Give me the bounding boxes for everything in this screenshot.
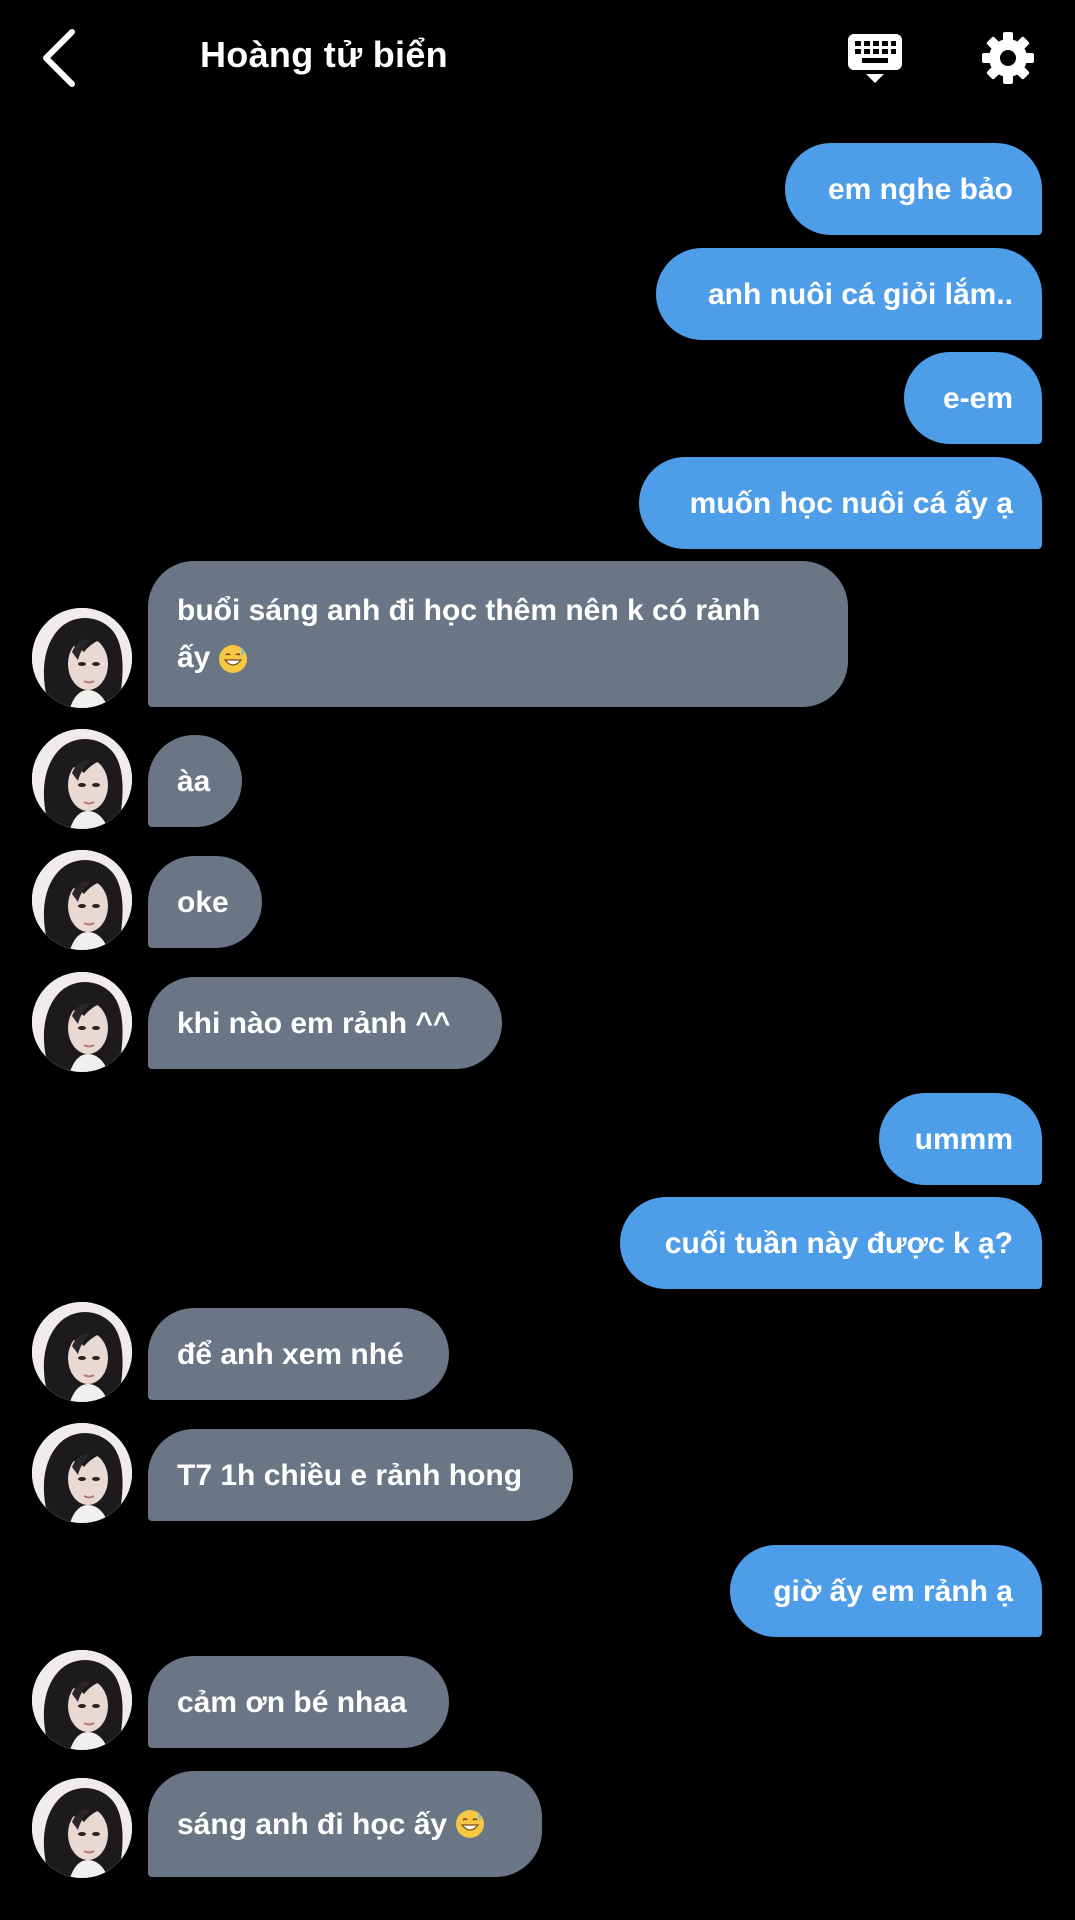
message-text: cảm ơn bé nhaa bbox=[177, 1685, 407, 1719]
message-text: sáng anh đi học ấy bbox=[177, 1807, 448, 1841]
message-bubble-outgoing[interactable]: anh nuôi cá giỏi lắm.. bbox=[656, 248, 1042, 340]
chat-header: Hoàng tử biển bbox=[0, 0, 1075, 120]
keyboard-icon bbox=[848, 34, 902, 83]
message-text: T7 1h chiều e rảnh hong bbox=[177, 1458, 523, 1492]
message-bubble-outgoing[interactable]: ummm bbox=[879, 1093, 1042, 1185]
contact-avatar[interactable] bbox=[32, 972, 132, 1072]
message-text: để anh xem nhé bbox=[177, 1337, 404, 1371]
contact-avatar[interactable] bbox=[32, 850, 132, 950]
message-bubble-incoming[interactable]: àa bbox=[148, 735, 242, 827]
contact-avatar[interactable] bbox=[32, 1778, 132, 1878]
message-bubble-outgoing[interactable]: cuối tuần này được k ạ? bbox=[620, 1197, 1042, 1289]
gear-icon bbox=[982, 32, 1034, 84]
message-bubble-incoming[interactable]: oke bbox=[148, 856, 262, 948]
chat-title: Hoàng tử biển bbox=[200, 34, 448, 75]
grinning-sweat-emoji bbox=[218, 644, 248, 674]
message-text: muốn học nuôi cá ấy ạ bbox=[689, 486, 1013, 520]
message-text: giờ ấy em rảnh ạ bbox=[773, 1574, 1013, 1608]
settings-button[interactable] bbox=[978, 28, 1038, 88]
message-text: anh nuôi cá giỏi lắm.. bbox=[707, 277, 1013, 311]
contact-avatar[interactable] bbox=[32, 729, 132, 829]
contact-avatar[interactable] bbox=[32, 1302, 132, 1402]
message-bubble-outgoing[interactable]: giờ ấy em rảnh ạ bbox=[730, 1545, 1042, 1637]
contact-avatar[interactable] bbox=[32, 1423, 132, 1523]
grinning-sweat-emoji bbox=[455, 1809, 485, 1839]
message-text: buổi sáng anh đi học thêm nên k có rảnh … bbox=[177, 594, 761, 674]
message-text: e-em bbox=[942, 381, 1013, 415]
message-bubble-outgoing[interactable]: em nghe bảo bbox=[785, 143, 1042, 235]
message-text: cuối tuần này được k ạ? bbox=[664, 1226, 1013, 1260]
message-text: em nghe bảo bbox=[827, 172, 1013, 206]
message-text: ummm bbox=[914, 1122, 1013, 1156]
contact-avatar[interactable] bbox=[32, 1650, 132, 1750]
back-button[interactable] bbox=[34, 24, 94, 92]
chevron-left-icon bbox=[43, 29, 75, 87]
message-bubble-incoming[interactable]: cảm ơn bé nhaa bbox=[148, 1656, 449, 1748]
message-bubble-incoming[interactable]: để anh xem nhé bbox=[148, 1308, 449, 1400]
message-text: àa bbox=[177, 764, 211, 798]
message-bubble-outgoing[interactable]: muốn học nuôi cá ấy ạ bbox=[639, 457, 1042, 549]
keyboard-button[interactable] bbox=[846, 30, 906, 90]
message-bubble-incoming[interactable]: sáng anh đi học ấy bbox=[148, 1771, 542, 1877]
message-bubble-outgoing[interactable]: e-em bbox=[904, 352, 1042, 444]
message-bubble-incoming[interactable]: khi nào em rảnh ^^ bbox=[148, 977, 502, 1069]
message-bubble-incoming[interactable]: T7 1h chiều e rảnh hong bbox=[148, 1429, 573, 1521]
message-text: oke bbox=[177, 885, 229, 919]
contact-avatar[interactable] bbox=[32, 608, 132, 708]
message-bubble-incoming[interactable]: buổi sáng anh đi học thêm nên k có rảnh … bbox=[148, 561, 848, 707]
message-text: khi nào em rảnh ^^ bbox=[177, 1006, 451, 1040]
